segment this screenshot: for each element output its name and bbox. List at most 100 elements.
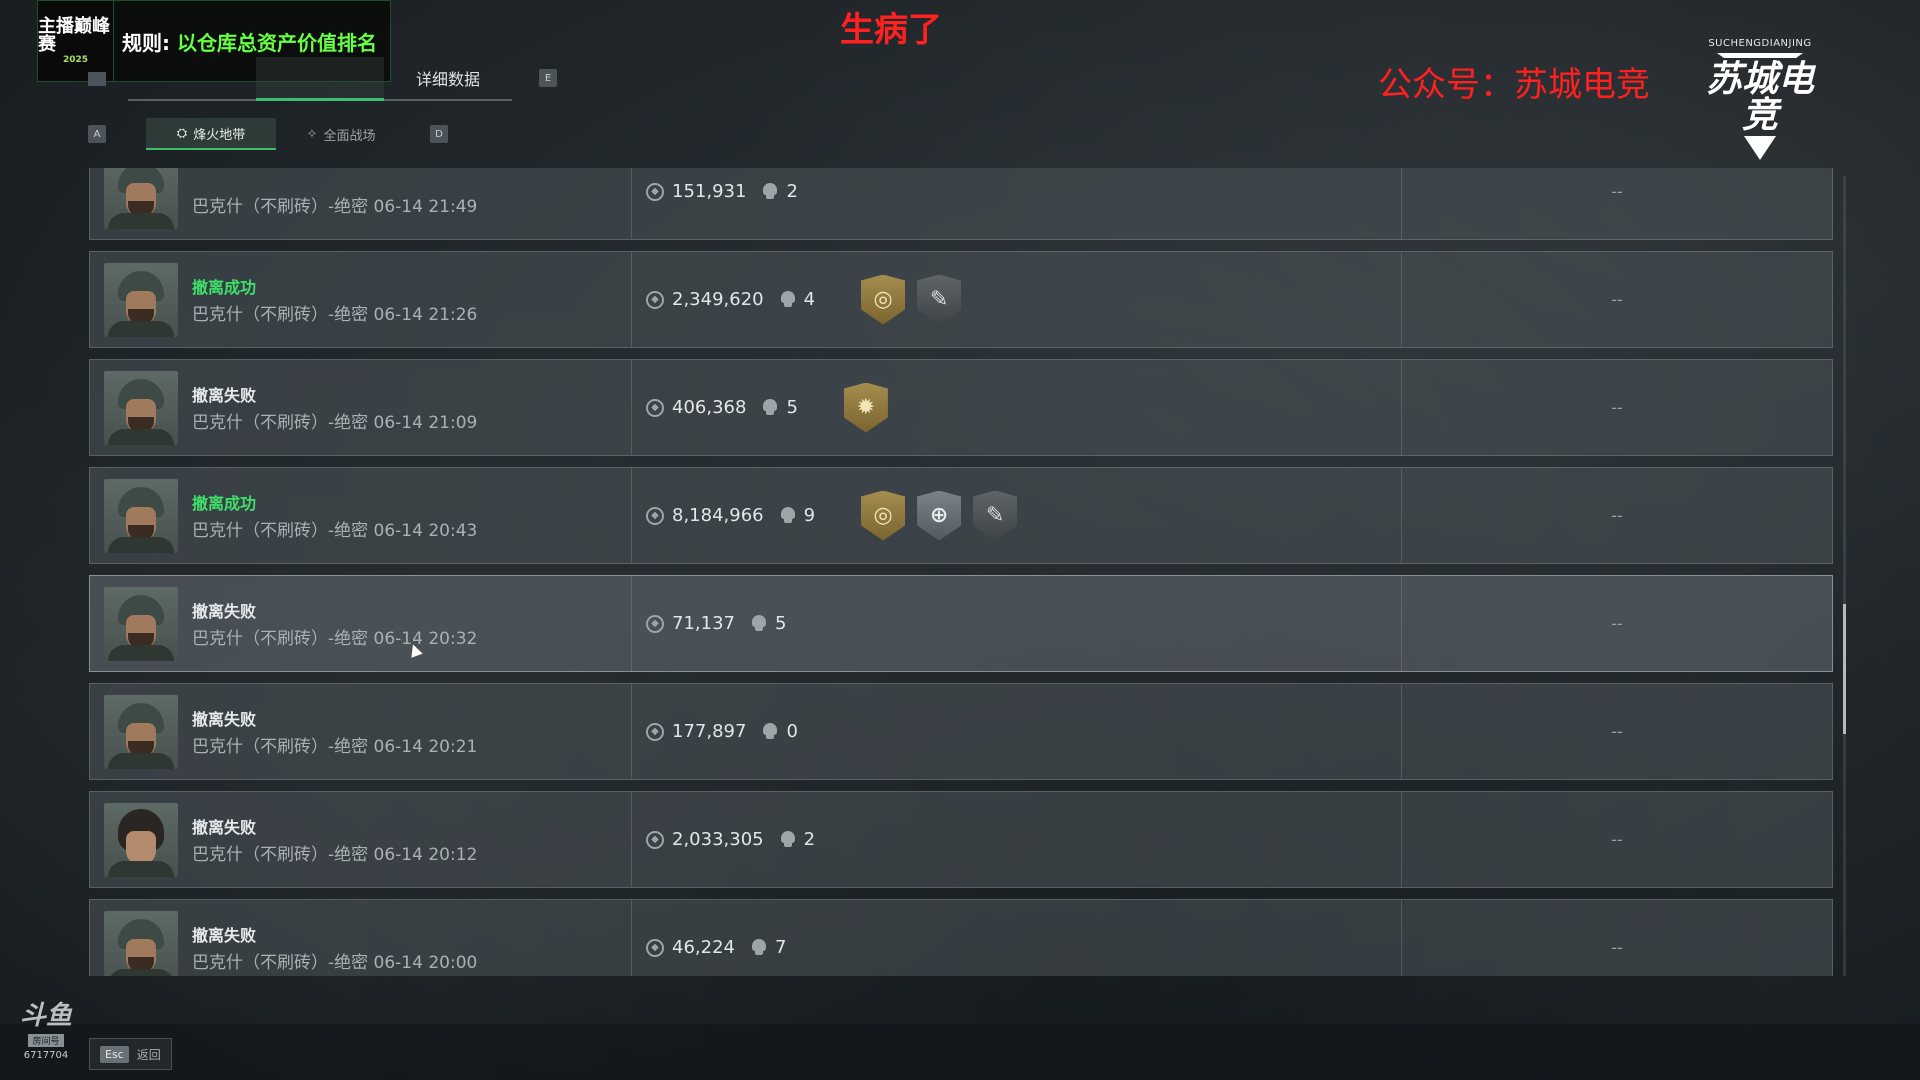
asset-value: 2,349,620	[672, 289, 764, 310]
brand-logo-en: SUCHENGDIANJING	[1708, 38, 1812, 49]
record-stats-cell: ◆ 8,184,966 9 ◎ ⊕ ✎	[632, 468, 1402, 563]
tab-full-battlefield-label: 全面战场	[323, 128, 376, 144]
record-extra-cell: --	[1611, 614, 1623, 633]
silver-crosshair-badge-icon[interactable]: ⊕	[917, 490, 962, 541]
record-info: 撤离失败 巴克什（不刷砖）-绝密 06-14 20:32	[192, 598, 477, 649]
badge-list: ✹	[843, 382, 888, 433]
map-and-time: 巴克什（不刷砖）-绝密 06-14 20:12	[192, 845, 478, 865]
record-info: 撤离成功 巴克什（不刷砖）-绝密 06-14 21:26	[192, 274, 477, 325]
skull-icon	[780, 507, 796, 524]
record-row[interactable]: 巴克什（不刷砖）-绝密 06-14 21:49 ◆ 151,931 2 --	[89, 168, 1833, 240]
kill-count: 5	[774, 613, 787, 634]
record-info: 撤离失败 巴克什（不刷砖）-绝密 06-14 20:00	[192, 922, 477, 973]
map-and-time: 巴克什（不刷砖）-绝密 06-14 21:09	[192, 413, 478, 433]
back-label: 返回	[136, 1047, 161, 1062]
record-extra-cell: --	[1611, 398, 1623, 417]
record-row[interactable]: 撤离失败 巴克什（不刷砖）-绝密 06-14 20:32 ◆ 71,137 5 …	[89, 575, 1833, 672]
rule-text: 规则: 以仓库总资产价值排名	[114, 27, 377, 56]
overlay-title: 生病了	[840, 10, 942, 50]
record-info: 巴克什（不刷砖）-绝密 06-14 21:49	[192, 168, 477, 217]
record-extra-cell: --	[1611, 938, 1623, 957]
extraction-status: 撤离成功	[192, 494, 257, 513]
map-and-time: 巴克什（不刷砖）-绝密 06-14 20:00	[192, 953, 478, 973]
rule-body: 以仓库总资产价值排名	[176, 30, 377, 55]
kill-count: 4	[803, 289, 816, 310]
operator-avatar	[104, 694, 178, 769]
coin-icon: ◆	[646, 506, 664, 525]
record-row[interactable]: 撤离失败 巴克什（不刷砖）-绝密 06-14 20:00 ◆ 46,224 7 …	[89, 899, 1833, 976]
extraction-status	[192, 168, 477, 188]
bottom-bar	[0, 1024, 1920, 1080]
main-tabs: 详细数据	[128, 57, 512, 101]
badge-list: ◎ ⊕ ✎	[861, 490, 1018, 541]
record-extra-cell: --	[1611, 830, 1623, 849]
record-row[interactable]: 撤离失败 巴克什（不刷砖）-绝密 06-14 21:09 ◆ 406,368 5…	[89, 359, 1833, 456]
operator-avatar	[104, 910, 178, 976]
record-info: 撤离失败 巴克什（不刷砖）-绝密 06-14 20:21	[192, 706, 477, 757]
skull-icon	[762, 183, 778, 200]
record-extra-cell: --	[1611, 506, 1623, 525]
record-info-cell: 撤离失败 巴克什（不刷砖）-绝密 06-14 20:00	[90, 900, 632, 976]
record-stats-cell: ◆ 2,033,305 2	[632, 792, 1402, 887]
record-row[interactable]: 撤离成功 巴克什（不刷砖）-绝密 06-14 21:26 ◆ 2,349,620…	[89, 251, 1833, 348]
record-row[interactable]: 撤离失败 巴克什（不刷砖）-绝密 06-14 20:12 ◆ 2,033,305…	[89, 791, 1833, 888]
asset-value: 71,137	[672, 613, 735, 634]
map-and-time: 巴克什（不刷砖）-绝密 06-14 21:49	[192, 197, 478, 217]
tab-flame-zone[interactable]: ⛭ 烽火地带	[146, 118, 276, 150]
kill-count: 2	[803, 829, 816, 850]
dark-gun-badge-icon[interactable]: ✎	[973, 490, 1018, 541]
tab-2[interactable]	[256, 57, 384, 101]
record-row[interactable]: 撤离失败 巴克什（不刷砖）-绝密 06-14 20:21 ◆ 177,897 0…	[89, 683, 1833, 780]
record-info: 撤离成功 巴克什（不刷砖）-绝密 06-14 20:43	[192, 490, 477, 541]
list-scrollbar[interactable]	[1843, 176, 1846, 976]
scroll-thumb[interactable]	[1843, 604, 1846, 734]
mode-tabs: A ⛭ 烽火地带 ✧ 全面战场 D	[88, 118, 448, 150]
record-info-cell: 撤离成功 巴克什（不刷砖）-绝密 06-14 20:43	[90, 468, 632, 563]
tab-1[interactable]	[128, 57, 256, 101]
back-button[interactable]: Esc 返回	[89, 1038, 172, 1070]
extraction-status: 撤离失败	[192, 710, 257, 729]
brand-logo: SUCHENGDIANJING 苏城电竞	[1702, 38, 1818, 160]
asset-value: 46,224	[672, 937, 735, 958]
map-and-time: 巴克什（不刷砖）-绝密 06-14 20:32	[192, 629, 478, 649]
gold-coin-badge-icon[interactable]: ◎	[861, 490, 906, 541]
operator-avatar	[104, 478, 178, 553]
skull-icon	[780, 291, 796, 308]
tab-flame-zone-label: 烽火地带	[193, 127, 246, 143]
record-stats-cell: ◆ 46,224 7	[632, 900, 1402, 976]
map-and-time: 巴克什（不刷砖）-绝密 06-14 20:21	[192, 737, 478, 757]
record-info-cell: 撤离失败 巴克什（不刷砖）-绝密 06-14 20:12	[90, 792, 632, 887]
match-record-list[interactable]: 巴克什（不刷砖）-绝密 06-14 21:49 ◆ 151,931 2 -- 撤…	[89, 168, 1833, 976]
record-stats-cell: ◆ 151,931 2	[632, 168, 1402, 239]
skull-icon	[780, 831, 796, 848]
gold-coin-badge-icon[interactable]: ◎	[861, 274, 906, 325]
coin-icon: ◆	[646, 182, 664, 201]
flame-zone-icon: ⛭	[176, 125, 188, 141]
asset-value: 177,897	[672, 721, 747, 742]
tab-detailed-data[interactable]: 详细数据	[384, 57, 512, 101]
operator-avatar	[104, 802, 178, 877]
coin-icon: ◆	[646, 290, 664, 309]
map-and-time: 巴克什（不刷砖）-绝密 06-14 21:26	[192, 305, 478, 325]
wechat-label: 公众号：苏城电竞	[1378, 65, 1650, 105]
record-row[interactable]: 撤离成功 巴克什（不刷砖）-绝密 06-14 20:43 ◆ 8,184,966…	[89, 467, 1833, 564]
operator-avatar	[104, 370, 178, 445]
tab-full-battlefield[interactable]: ✧ 全面战场	[276, 118, 406, 150]
map-and-time: 巴克什（不刷砖）-绝密 06-14 20:43	[192, 521, 478, 541]
record-info-cell: 撤离失败 巴克什（不刷砖）-绝密 06-14 20:32	[90, 576, 632, 671]
skull-icon	[762, 723, 778, 740]
record-stats-cell: ◆ 71,137 5	[632, 576, 1402, 671]
key-hint-a: A	[88, 125, 106, 143]
dark-gun-badge-icon[interactable]: ✎	[917, 274, 962, 325]
extraction-status: 撤离失败	[192, 602, 257, 621]
record-info-cell: 撤离成功 巴克什（不刷砖）-绝密 06-14 21:26	[90, 252, 632, 347]
asset-value: 8,184,966	[672, 505, 764, 526]
brand-logo-v-icon	[1744, 136, 1776, 160]
gold-star-badge-icon[interactable]: ✹	[843, 382, 888, 433]
record-extra-cell: --	[1611, 182, 1623, 201]
esc-key-hint: Esc	[100, 1045, 129, 1063]
brand-logo-cn: 苏城电竞	[1705, 59, 1814, 136]
record-info-cell: 撤离失败 巴克什（不刷砖）-绝密 06-14 20:21	[90, 684, 632, 779]
key-hint-left	[88, 72, 106, 86]
record-info: 撤离失败 巴克什（不刷砖）-绝密 06-14 20:12	[192, 814, 477, 865]
